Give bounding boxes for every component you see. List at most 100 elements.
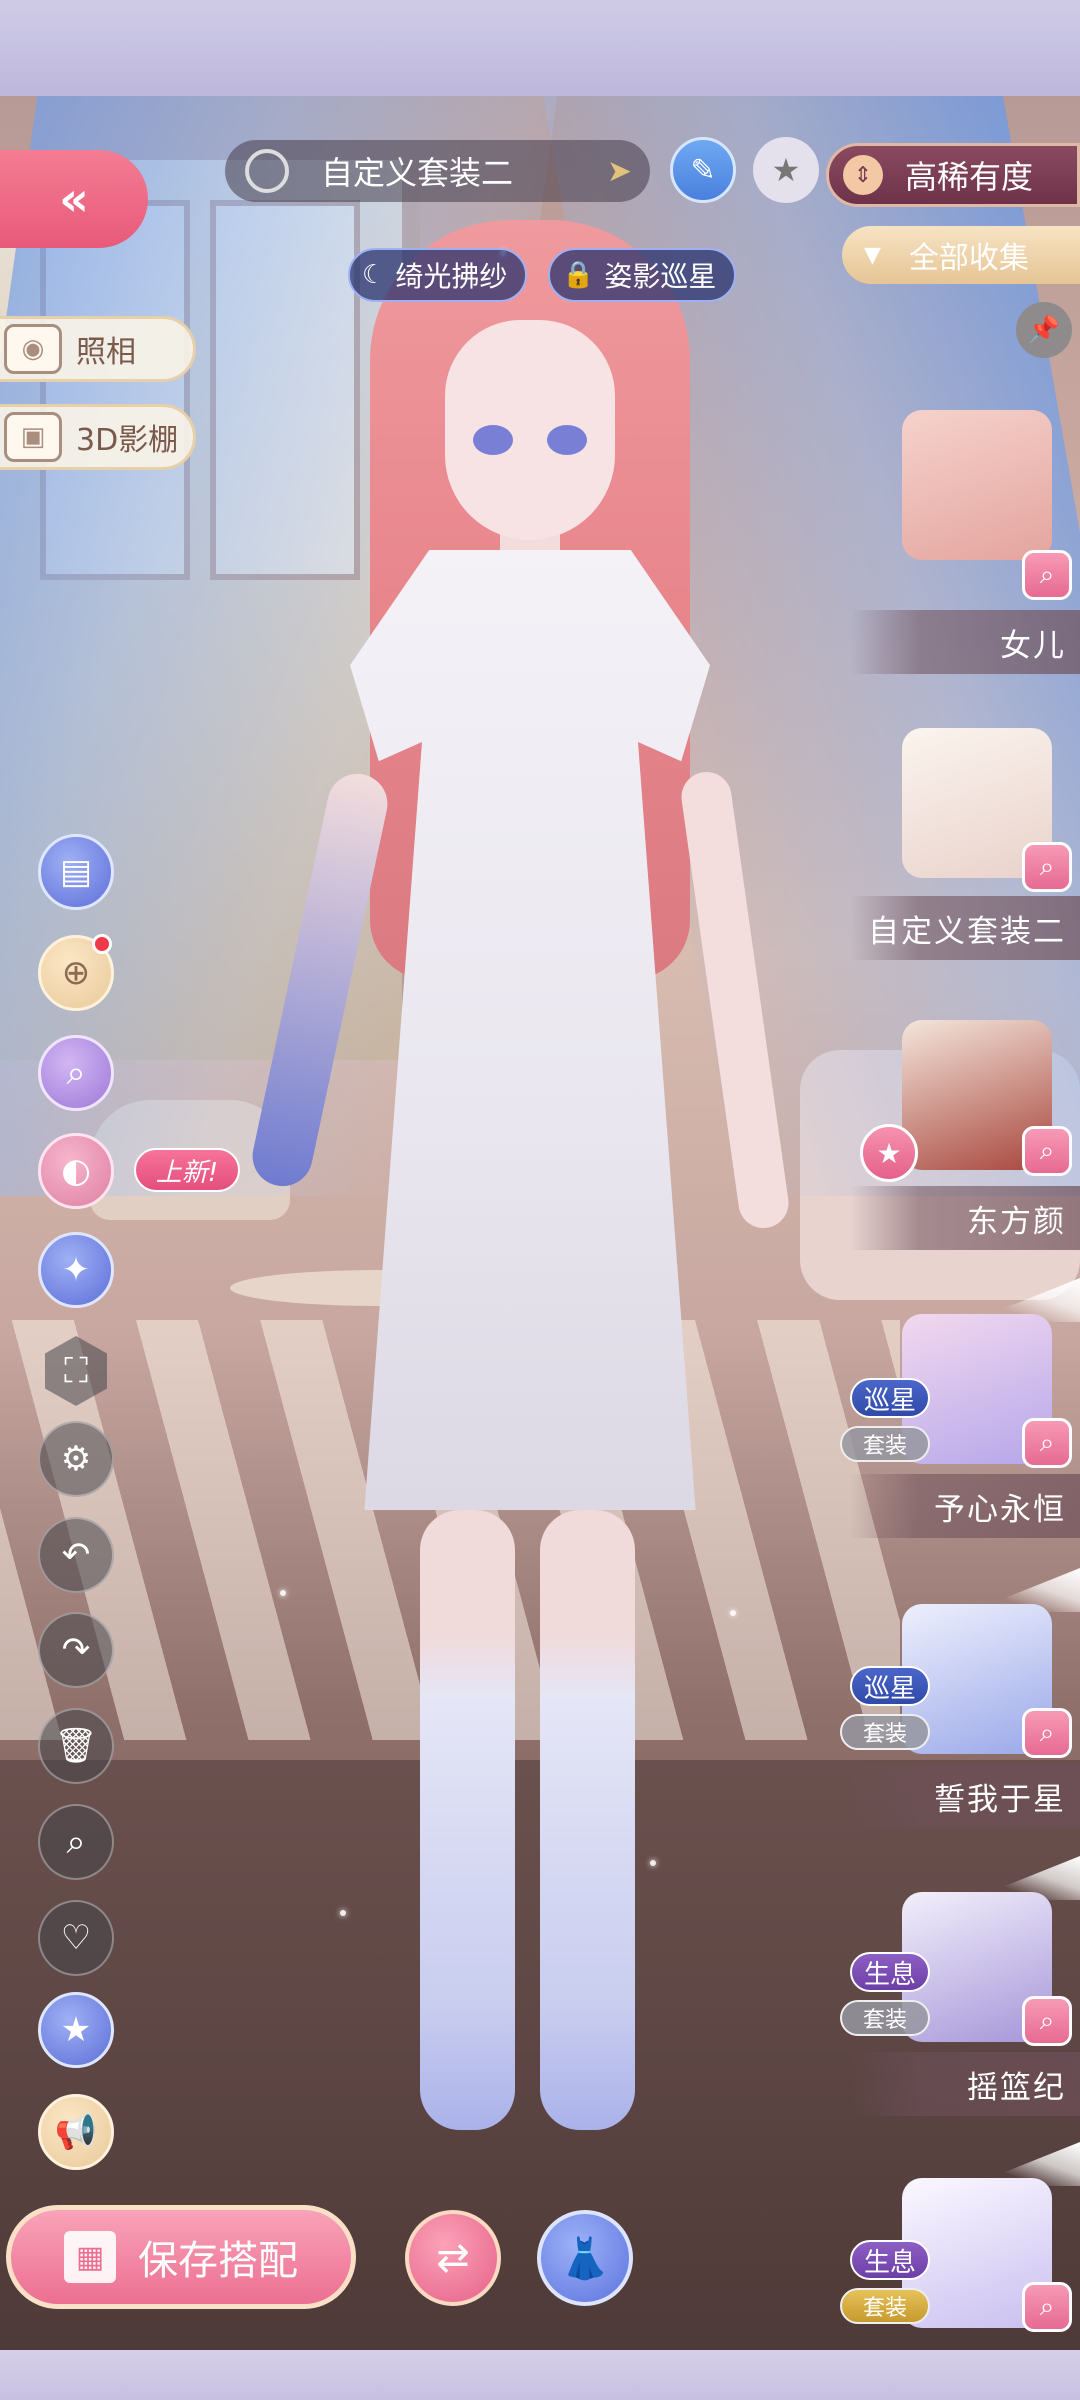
palette-icon: ◐ <box>61 1151 91 1191</box>
item-name: 予心永恒 <box>850 1474 1080 1538</box>
item-name: 东方颜 <box>850 1186 1080 1250</box>
tag-pose-locked[interactable]: 🔒 姿影巡星 <box>548 248 737 302</box>
redo-button[interactable]: ↷ <box>38 1612 114 1688</box>
inspect-button[interactable]: ⌕ <box>1022 1418 1072 1468</box>
back-button[interactable]: « <box>0 150 148 248</box>
search-compare-button[interactable]: ⌕ <box>38 1035 114 1111</box>
inspect-button[interactable]: ⌕ <box>1022 1996 1072 2046</box>
item-name: 自定义套装二 <box>850 896 1080 960</box>
pencil-icon: ✎ <box>690 152 716 188</box>
collection-label: 全部收集 <box>908 241 1029 276</box>
tag-label: 姿影巡星 <box>604 260 717 293</box>
new-badge: 上新! <box>134 1148 240 1192</box>
triangle-down-icon: ▼ <box>864 242 881 268</box>
top-strip <box>0 0 1080 96</box>
series-badge: 生息 <box>849 2240 930 2280</box>
series-badge: 生息 <box>849 1952 930 1992</box>
bottom-strip <box>0 2350 1080 2400</box>
inspect-button[interactable]: ⌕ <box>1022 1708 1072 1758</box>
list-item[interactable]: ⌕ 女儿 <box>830 400 1080 674</box>
list-item[interactable]: 生息 套装 ⌕ <box>830 2142 1080 2352</box>
character-left-leg <box>420 1510 515 2130</box>
redo-icon: ↷ <box>61 1630 91 1670</box>
trash-icon: 🗑 <box>54 1726 98 1766</box>
series-badge: 巡星 <box>849 1378 930 1418</box>
collection-filter-dropdown[interactable]: ▼ 全部收集 <box>842 226 1080 284</box>
undo-icon: ↶ <box>61 1535 91 1575</box>
favorite-toggle[interactable]: ★ <box>753 137 819 203</box>
magnifier-icon: ⌕ <box>1039 2291 1055 2322</box>
pin-button[interactable]: 📌 <box>1016 302 1072 358</box>
moon-icon: ☾ <box>362 260 386 290</box>
fullscreen-icon: ⛶ <box>64 1351 88 1391</box>
character-face <box>445 320 615 540</box>
list-item[interactable]: 巡星 套装 ⌕ 予心永恒 <box>830 1278 1080 1538</box>
zoom-button[interactable]: ⌕ <box>38 1804 114 1880</box>
character-left-arm <box>246 768 394 1192</box>
edit-button[interactable]: ✎ <box>670 137 736 203</box>
list-item[interactable]: ★ ⌕ 东方颜 <box>830 1000 1080 1260</box>
pin-icon: 📌 <box>1027 315 1061 345</box>
delete-button[interactable]: 🗑 <box>38 1708 114 1784</box>
star-collection-button[interactable]: ★ <box>38 1992 114 2068</box>
suit-badge: 套装 <box>840 2288 930 2324</box>
series-badge: 巡星 <box>849 1666 930 1706</box>
3d-studio-button[interactable]: ▣ 3D影棚 <box>0 404 196 470</box>
add-layer-icon: ⊕ <box>61 953 91 993</box>
rarity-sort-button[interactable]: ⇕ 高稀有度 <box>826 143 1080 207</box>
rarity-label: 高稀有度 <box>905 158 1034 196</box>
magnifier-icon: ⌕ <box>1039 1135 1055 1166</box>
tag-shine-veil[interactable]: ☾ 绮光拂纱 <box>348 248 528 302</box>
suit-badge: 套装 <box>840 1426 930 1462</box>
swap-button[interactable]: ⇄ <box>405 2210 501 2306</box>
save-label: 保存搭配 <box>138 2238 298 2284</box>
list-item[interactable]: 巡星 套装 ⌕ 誓我于星 <box>830 1568 1080 1828</box>
star-icon: ★ <box>771 151 801 189</box>
outfit-card-button[interactable]: ▤ <box>38 834 114 910</box>
chevron-right-icon: ➤ <box>606 153 632 189</box>
settings-button[interactable]: ⚙ <box>38 1421 114 1497</box>
magnifier-icon: ⌕ <box>1039 2005 1055 2036</box>
palette-button[interactable]: ◐ <box>38 1133 114 1209</box>
outfit-name-selector[interactable]: 自定义套装二 ➤ <box>225 140 650 202</box>
effects-button[interactable]: ✦ <box>38 1232 114 1308</box>
suit-badge: 套装 <box>840 2000 930 2036</box>
item-name: 誓我于星 <box>850 1764 1080 1828</box>
magnifier-icon: ⌕ <box>66 1053 86 1093</box>
magnifier-icon: ⌕ <box>1039 851 1055 882</box>
double-chevron-left-icon: « <box>59 172 89 226</box>
photo-button[interactable]: ◉ 照相 <box>0 316 196 382</box>
3d-studio-label: 3D影棚 <box>76 423 179 458</box>
outfit-ring-icon <box>245 149 289 193</box>
suit-badge: 套装 <box>840 1714 930 1750</box>
item-name: 女儿 <box>850 610 1080 674</box>
notification-dot <box>92 934 112 954</box>
list-item[interactable]: ⌕ 自定义套装二 <box>830 700 1080 960</box>
announcement-button[interactable]: 📢 <box>38 2094 114 2170</box>
favorite-badge[interactable]: ★ <box>860 1124 918 1182</box>
like-button[interactable]: ♡ <box>38 1900 114 1976</box>
heart-icon: ♡ <box>60 1918 92 1958</box>
magnifier-icon: ⌕ <box>1039 559 1055 590</box>
character-dress <box>350 550 710 1510</box>
card-icon: ▤ <box>59 852 93 892</box>
list-item[interactable]: 生息 套装 ⌕ 摇篮纪 <box>830 1856 1080 2116</box>
wardrobe-button[interactable]: 👗 <box>537 2210 633 2306</box>
gear-icon: ⚙ <box>60 1439 92 1479</box>
cube-icon: ▣ <box>4 412 62 462</box>
inspect-button[interactable]: ⌕ <box>1022 1126 1072 1176</box>
sparkle-star-icon: ✦ <box>61 1250 91 1290</box>
swap-icon: ⇄ <box>436 2235 470 2281</box>
star-icon: ★ <box>876 1136 902 1170</box>
outfit-name-label: 自定义套装二 <box>321 154 514 192</box>
inspect-button[interactable]: ⌕ <box>1022 550 1072 600</box>
lock-icon: 🔒 <box>562 260 595 290</box>
megaphone-icon: 📢 <box>54 2112 98 2152</box>
inspect-button[interactable]: ⌕ <box>1022 842 1072 892</box>
save-outfit-button[interactable]: ▦ 保存搭配 <box>6 2205 356 2309</box>
character-model[interactable] <box>246 210 810 2170</box>
undo-button[interactable]: ↶ <box>38 1517 114 1593</box>
inspect-button[interactable]: ⌕ <box>1022 2282 1072 2332</box>
magnifier-icon: ⌕ <box>1039 1427 1055 1458</box>
tag-label: 绮光拂纱 <box>395 260 508 293</box>
